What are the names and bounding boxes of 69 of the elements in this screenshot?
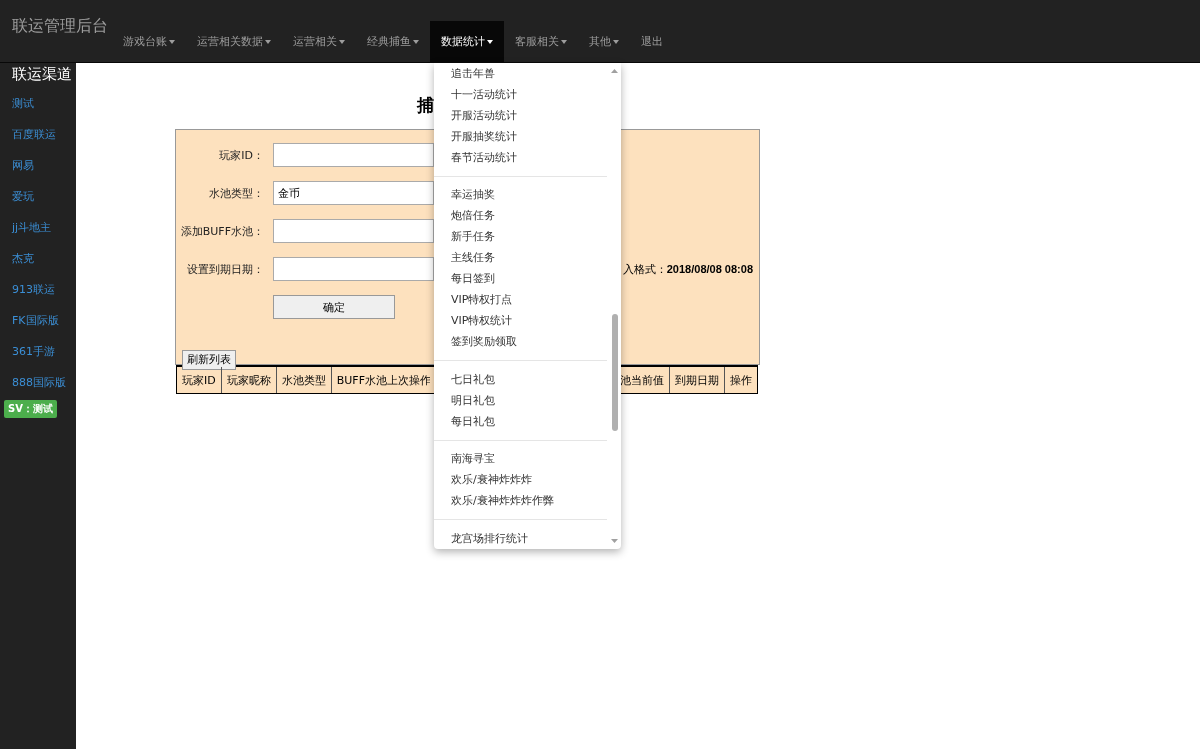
scroll-down-icon[interactable] (611, 539, 618, 543)
dropdown-item[interactable]: VIP特权打点 (434, 289, 607, 310)
dropdown-item[interactable]: 幸运抽奖 (434, 184, 607, 206)
dropdown-item[interactable]: 炮倍任务 (434, 205, 607, 227)
field-label: 水池类型： (208, 185, 264, 201)
nav-menu-item[interactable]: 退出 (630, 21, 674, 62)
confirm-button[interactable]: 确定 (273, 295, 395, 319)
nav-menu-item[interactable]: 数据统计 (430, 21, 504, 62)
dropdown-item[interactable]: 春节活动统计 (434, 146, 607, 168)
sidebar-link[interactable]: jj斗地主 (4, 212, 76, 243)
sidebar-link[interactable]: FK国际版 (4, 305, 76, 336)
field-label: 设置到期日期： (186, 261, 264, 277)
dropdown-item[interactable]: 南海寻宝 (434, 448, 607, 470)
page-title: 捕 (417, 93, 434, 117)
nav-menu-item[interactable]: 运营相关 (282, 21, 356, 62)
sidebar-title: 联运渠道 (12, 65, 73, 84)
caret-icon (487, 39, 493, 44)
dropdown-item[interactable]: 十一活动统计 (434, 83, 607, 105)
sidebar-link[interactable]: 百度联运 (4, 119, 76, 150)
dropdown-item[interactable]: 主线任务 (434, 247, 607, 269)
scrollbar-thumb[interactable] (612, 314, 618, 431)
dropdown-item[interactable]: 明日礼包 (434, 389, 607, 411)
nav-menu-item[interactable]: 客服相关 (504, 21, 578, 62)
nav-menu-item[interactable]: 运营相关数据 (186, 21, 282, 62)
dropdown-item[interactable]: 开服抽奖统计 (434, 125, 607, 147)
input-field[interactable] (273, 143, 434, 167)
caret-icon (561, 39, 567, 44)
sidebar-link[interactable]: 爱玩 (4, 181, 76, 212)
caret-icon (413, 39, 419, 44)
caret-icon (613, 39, 619, 44)
column-header: 水池类型 (276, 367, 332, 393)
field-label: 添加BUFF水池： (179, 223, 264, 239)
dropdown-item[interactable]: 欢乐/衰神炸炸炸 (434, 469, 607, 491)
dropdown-item[interactable]: 签到奖励领取 (434, 330, 607, 352)
column-header: 玩家ID (177, 367, 222, 393)
sidebar-link[interactable]: 913联运 (4, 274, 76, 305)
column-header: 到期日期 (670, 367, 725, 393)
dropdown-item[interactable]: 每日礼包 (434, 410, 607, 432)
refresh-button[interactable]: 刷新列表 (182, 349, 236, 370)
caret-icon (339, 39, 345, 44)
column-header: BUFF水池上次操作 (335, 372, 430, 389)
caret-icon (169, 39, 175, 44)
nav-menu-item[interactable]: 经典捕鱼 (356, 21, 430, 62)
sidebar-link[interactable]: 361手游 (4, 336, 76, 367)
dropdown-item[interactable]: 新手任务 (434, 226, 607, 248)
input-field[interactable] (273, 219, 434, 243)
dropdown-item[interactable]: 每日签到 (434, 268, 607, 290)
sidebar-link[interactable]: 888国际版 (4, 367, 76, 398)
nav-menu-item[interactable]: 游戏台账 (112, 21, 186, 62)
sidebar-link[interactable]: 测试 (4, 88, 76, 119)
dropdown-item[interactable]: VIP特权统计 (434, 309, 607, 331)
server-badge: SV：测试 (4, 400, 57, 418)
sidebar-link[interactable]: 杰克 (4, 243, 76, 274)
brand-title[interactable]: 联运管理后台 (12, 16, 112, 37)
format-hint: 入格式：2018/08/08 08:08 (622, 261, 753, 277)
input-field[interactable]: 金币 (273, 181, 434, 205)
column-header: 操作 (729, 372, 753, 389)
input-field[interactable] (273, 257, 434, 281)
dropdown-item[interactable]: 追击年兽 (434, 63, 607, 84)
caret-icon (265, 39, 271, 44)
field-label: 玩家ID： (218, 147, 264, 163)
dropdown-item[interactable]: 开服活动统计 (434, 104, 607, 126)
nav-menu-item[interactable]: 其他 (578, 21, 630, 62)
dropdown-item[interactable]: 七日礼包 (434, 368, 607, 390)
scroll-up-icon[interactable] (611, 69, 618, 73)
dropdown-item[interactable]: 龙宫场排行统计 (434, 528, 607, 550)
column-header: 玩家昵称 (221, 367, 277, 393)
dropdown-item[interactable]: 欢乐/衰神炸炸炸作弊 (434, 490, 607, 512)
sidebar-link[interactable]: 网易 (4, 150, 76, 181)
